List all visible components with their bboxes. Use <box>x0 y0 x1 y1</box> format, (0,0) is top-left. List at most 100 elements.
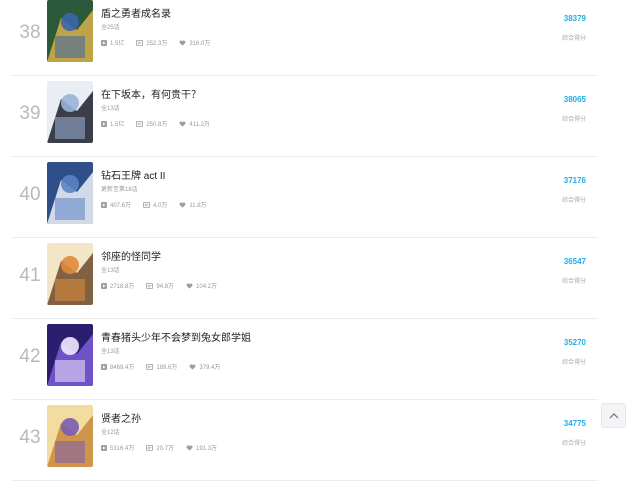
score-label: 综合得分 <box>561 36 586 42</box>
danmaku-count: 20.7万 <box>156 446 175 452</box>
ranking-item[interactable]: 38 盾之勇者成名录 全25话 1.5亿 252.3万 316.0万 38379… <box>0 0 640 76</box>
heart-icon <box>189 363 196 370</box>
views-stat: 8469.4万 <box>101 362 134 371</box>
play-icon <box>101 201 107 208</box>
likes-stat: 316.0万 <box>179 38 210 47</box>
anime-title[interactable]: 钻石王牌 act II <box>101 167 165 182</box>
views-count: 1.5亿 <box>110 122 125 128</box>
ranking-item[interactable]: 39 在下坂本，有何贵干？ 全13话 1.5亿 250.8万 411.2万 38… <box>0 76 640 157</box>
views-count: 5316.4万 <box>110 446 135 452</box>
stats-row: 1.5亿 252.3万 316.0万 <box>101 38 222 47</box>
likes-count: 379.4万 <box>199 365 221 371</box>
danmaku-icon <box>143 201 151 208</box>
ranking-item[interactable]: 43 贤者之孙 全12话 5316.4万 20.7万 191.3万 34775 … <box>0 400 640 481</box>
heart-icon <box>186 282 193 289</box>
cover-art <box>47 405 93 467</box>
cover-art <box>47 0 93 62</box>
views-count: 8469.4万 <box>110 365 135 371</box>
ranking-item[interactable]: 42 青春猪头少年不会梦到兔女郎学姐 全13话 8469.4万 189.6万 3… <box>0 319 640 400</box>
play-icon <box>101 39 107 46</box>
episode-info: 更新至第18话 <box>101 187 138 193</box>
stats-row: 8469.4万 189.6万 379.4万 <box>101 362 232 371</box>
cover-art <box>47 243 93 305</box>
anime-title[interactable]: 盾之勇者成名录 <box>101 5 171 20</box>
likes-stat: 379.4万 <box>189 362 220 371</box>
views-count: 2718.8万 <box>110 284 135 290</box>
score-label: 综合得分 <box>561 279 586 285</box>
score-value: 35270 <box>563 338 586 347</box>
danmaku-icon <box>146 444 154 451</box>
heart-icon <box>179 39 186 46</box>
ranking-item[interactable]: 40 钻石王牌 act II 更新至第18话 407.6万 4.0万 11.8万… <box>0 157 640 238</box>
views-stat: 5316.4万 <box>101 443 134 452</box>
likes-stat: 11.8万 <box>179 200 207 209</box>
views-count: 1.5亿 <box>110 41 125 47</box>
views-stat: 2718.8万 <box>101 281 134 290</box>
danmaku-icon <box>136 120 144 127</box>
danmaku-stat: 4.0万 <box>143 200 167 209</box>
rank-number: 39 <box>19 103 41 124</box>
likes-stat: 191.3万 <box>186 443 217 452</box>
likes-count: 11.8万 <box>189 203 207 209</box>
danmaku-icon <box>146 282 154 289</box>
cover-art <box>47 162 93 224</box>
cover-art <box>47 81 93 143</box>
danmaku-stat: 94.8万 <box>146 281 174 290</box>
danmaku-stat: 20.7万 <box>146 443 174 452</box>
rank-number: 41 <box>19 265 41 286</box>
cover-image[interactable] <box>47 0 93 62</box>
stats-row: 2718.8万 94.8万 104.2万 <box>101 281 229 290</box>
rank-number: 42 <box>19 346 41 367</box>
likes-count: 316.0万 <box>189 41 211 47</box>
stats-row: 1.5亿 250.8万 411.2万 <box>101 119 222 128</box>
score-value: 37176 <box>563 176 586 185</box>
back-to-top-button[interactable] <box>601 403 626 428</box>
cover-image[interactable] <box>47 243 93 305</box>
cover-image[interactable] <box>47 405 93 467</box>
danmaku-stat: 189.6万 <box>146 362 177 371</box>
episode-info: 全13话 <box>101 106 120 112</box>
cover-image[interactable] <box>47 81 93 143</box>
views-count: 407.6万 <box>110 203 132 209</box>
stats-row: 407.6万 4.0万 11.8万 <box>101 200 219 209</box>
score-value: 34775 <box>563 419 586 428</box>
play-icon <box>101 120 107 127</box>
anime-title[interactable]: 在下坂本，有何贵干？ <box>101 86 201 101</box>
cover-image[interactable] <box>47 162 93 224</box>
play-icon <box>101 444 107 451</box>
views-stat: 1.5亿 <box>101 38 124 47</box>
likes-count: 104.2万 <box>196 284 218 290</box>
score-label: 综合得分 <box>561 441 586 447</box>
score-label: 综合得分 <box>561 198 586 204</box>
score-value: 38379 <box>563 14 586 23</box>
likes-stat: 411.2万 <box>179 119 210 128</box>
rank-number: 43 <box>19 427 41 448</box>
episode-info: 全13话 <box>101 268 120 274</box>
danmaku-count: 94.8万 <box>156 284 175 290</box>
score-value: 36547 <box>563 257 586 266</box>
score-label: 综合得分 <box>561 117 586 123</box>
likes-stat: 104.2万 <box>186 281 217 290</box>
cover-art <box>47 324 93 386</box>
likes-count: 411.2万 <box>189 122 210 128</box>
heart-icon <box>186 444 193 451</box>
stats-row: 5316.4万 20.7万 191.3万 <box>101 443 229 452</box>
score-value: 38065 <box>563 95 586 104</box>
anime-title[interactable]: 贤者之孙 <box>101 410 141 425</box>
likes-count: 191.3万 <box>196 446 218 452</box>
danmaku-count: 250.8万 <box>146 122 168 128</box>
views-stat: 1.5亿 <box>101 119 124 128</box>
score-label: 综合得分 <box>561 360 586 366</box>
heart-icon <box>179 120 186 127</box>
anime-title[interactable]: 邻座的怪同学 <box>101 248 161 263</box>
play-icon <box>101 363 107 370</box>
cover-image[interactable] <box>47 324 93 386</box>
play-icon <box>101 282 107 289</box>
heart-icon <box>179 201 186 208</box>
ranking-item[interactable]: 41 邻座的怪同学 全13话 2718.8万 94.8万 104.2万 3654… <box>0 238 640 319</box>
chevron-up-icon <box>609 413 618 419</box>
danmaku-stat: 252.3万 <box>136 38 167 47</box>
episode-info: 全12话 <box>101 430 120 436</box>
anime-title[interactable]: 青春猪头少年不会梦到兔女郎学姐 <box>101 329 251 344</box>
views-stat: 407.6万 <box>101 200 131 209</box>
